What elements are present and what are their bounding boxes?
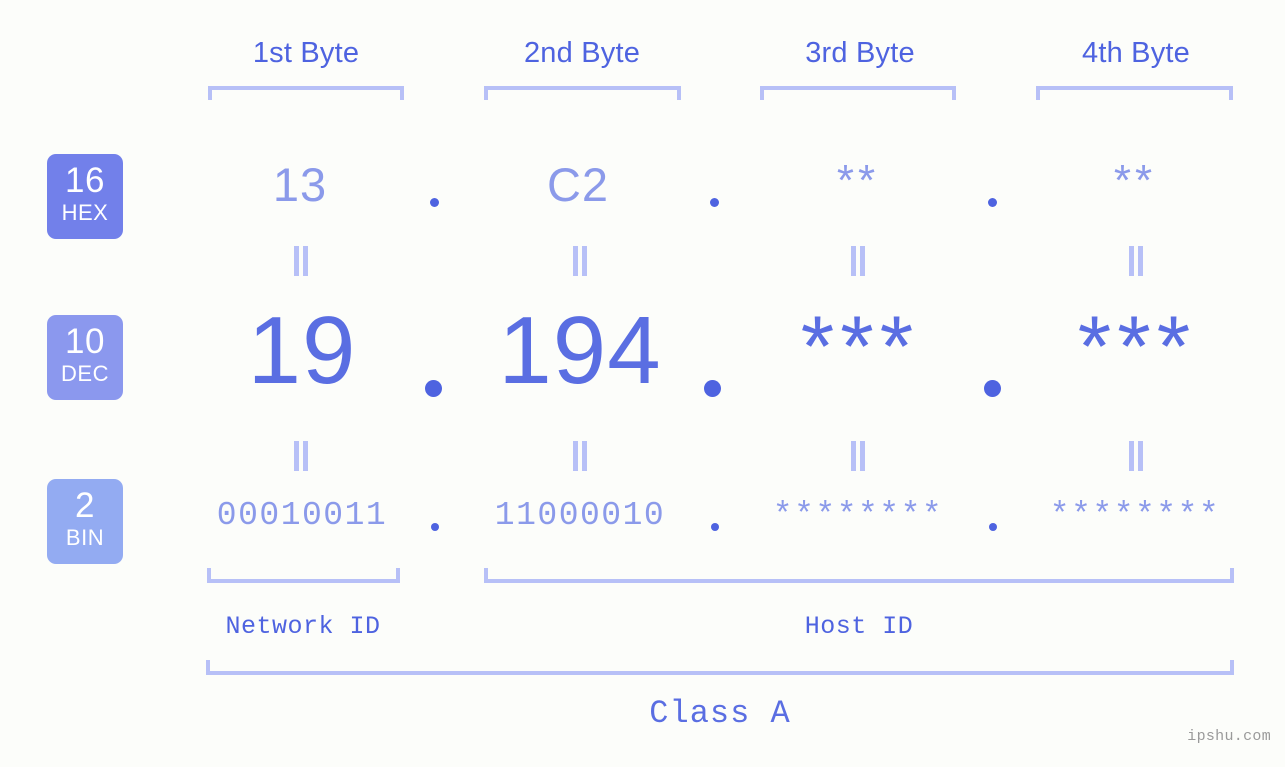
byte-bracket-4 [1036, 86, 1233, 100]
equals-connector-hex-dec-4 [1127, 246, 1145, 276]
base-badge-hex: 16 HEX [47, 154, 123, 239]
dec-byte-1: 19 [247, 297, 357, 404]
hex-separator-dot-1 [430, 198, 439, 207]
hex-byte-4: ** [1113, 156, 1157, 205]
hex-byte-1: 13 [272, 158, 328, 211]
bin-byte-3: ******** [772, 497, 944, 534]
ip-breakdown-diagram: 1st Byte 2nd Byte 3rd Byte 4th Byte 16 H… [0, 0, 1285, 767]
equals-connector-dec-bin-1 [292, 441, 310, 471]
byte-header-1: 1st Byte [252, 37, 360, 69]
equals-connector-dec-bin-3 [849, 441, 867, 471]
class-bracket [206, 660, 1234, 675]
byte-header-3: 3rd Byte [805, 37, 915, 69]
equals-connector-dec-bin-4 [1127, 441, 1145, 471]
equals-connector-hex-dec-2 [571, 246, 589, 276]
network-id-bracket [207, 568, 400, 583]
hex-byte-2: C2 [546, 158, 610, 211]
bin-separator-dot-2 [711, 523, 719, 531]
byte-bracket-3 [760, 86, 956, 100]
network-id-label: Network ID [225, 612, 381, 641]
site-watermark: ipshu.com [1187, 728, 1271, 745]
base-badge-dec: 10 DEC [47, 315, 123, 400]
base-badge-bin-number: 2 [75, 486, 95, 525]
byte-header-2: 2nd Byte [523, 37, 641, 69]
dec-byte-2: 194 [498, 297, 662, 404]
bin-byte-1: 00010011 [216, 497, 388, 534]
dec-byte-3: *** [800, 299, 920, 395]
bin-separator-dot-3 [989, 523, 997, 531]
base-badge-bin: 2 BIN [47, 479, 123, 564]
base-badge-bin-abbr: BIN [65, 525, 105, 550]
byte-header-4: 4th Byte [1082, 37, 1190, 69]
byte-bracket-1 [208, 86, 404, 100]
bin-byte-4: ******** [1049, 497, 1221, 534]
equals-connector-hex-dec-3 [849, 246, 867, 276]
hex-separator-dot-2 [710, 198, 719, 207]
class-label: Class A [649, 695, 791, 732]
hex-byte-3: ** [836, 156, 880, 205]
dec-separator-dot-1 [425, 380, 442, 397]
bin-separator-dot-1 [431, 523, 439, 531]
equals-connector-dec-bin-2 [571, 441, 589, 471]
dec-byte-4: *** [1077, 299, 1197, 395]
equals-connector-hex-dec-1 [292, 246, 310, 276]
bin-byte-2: 11000010 [494, 497, 666, 534]
host-id-label: Host ID [804, 612, 914, 641]
base-badge-hex-abbr: HEX [61, 200, 109, 225]
hex-separator-dot-3 [988, 198, 997, 207]
host-id-bracket [484, 568, 1234, 583]
base-badge-dec-abbr: DEC [61, 361, 109, 386]
base-badge-hex-number: 16 [65, 161, 105, 200]
dec-separator-dot-3 [984, 380, 1001, 397]
base-badge-dec-number: 10 [65, 322, 105, 361]
byte-bracket-2 [484, 86, 681, 100]
dec-separator-dot-2 [704, 380, 721, 397]
